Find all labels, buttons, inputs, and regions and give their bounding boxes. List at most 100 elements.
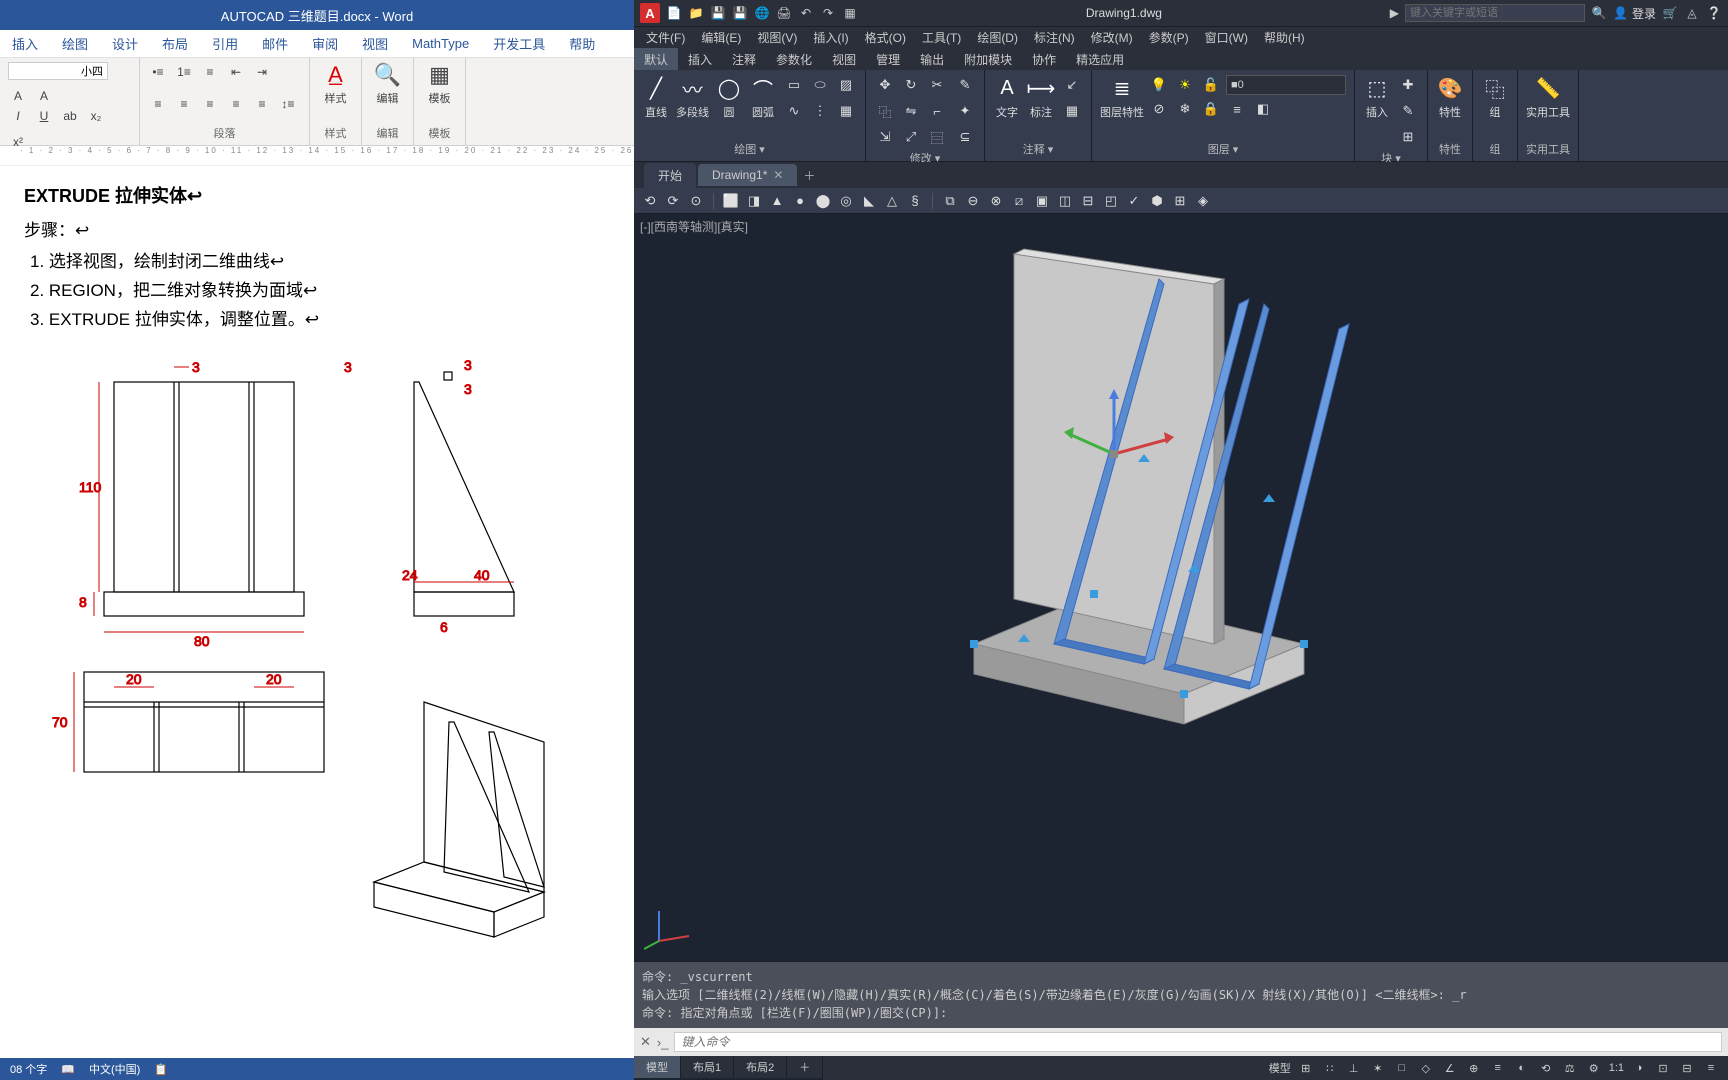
snap-icon[interactable]: ∷ bbox=[1321, 1059, 1339, 1077]
layer-match-icon[interactable]: ≡ bbox=[1226, 98, 1248, 120]
leader-icon[interactable]: ↙ bbox=[1061, 74, 1083, 96]
doc-tab[interactable]: Drawing1*✕ bbox=[698, 164, 797, 186]
open-icon[interactable]: 📁 bbox=[688, 5, 704, 21]
thicken-icon[interactable]: ▣ bbox=[1032, 191, 1052, 211]
menu-item[interactable]: 绘图(D) bbox=[971, 27, 1024, 48]
multilevel-list-icon[interactable]: ≡ bbox=[200, 62, 220, 82]
box-icon[interactable]: ⬜ bbox=[721, 191, 741, 211]
rotate-icon[interactable]: ↻ bbox=[900, 74, 922, 96]
word-count[interactable]: 08 个字 bbox=[10, 1061, 47, 1077]
region-icon[interactable]: ▦ bbox=[835, 100, 857, 122]
track-changes-icon[interactable]: 📋 bbox=[154, 1063, 168, 1076]
login-button[interactable]: 👤登录 bbox=[1613, 5, 1656, 22]
otrack-icon[interactable]: ∠ bbox=[1441, 1059, 1459, 1077]
search-input[interactable] bbox=[1405, 4, 1585, 22]
menu-item[interactable]: 标注(N) bbox=[1028, 27, 1081, 48]
group-button[interactable]: ⿻组 bbox=[1481, 74, 1509, 120]
layer-freeze-icon[interactable]: ❄ bbox=[1174, 98, 1196, 120]
layer-lock-icon[interactable]: 🔒 bbox=[1200, 98, 1222, 120]
create-block-icon[interactable]: ✚ bbox=[1397, 74, 1419, 96]
layout-tab[interactable]: 模型 bbox=[634, 1056, 681, 1078]
menu-item[interactable]: 修改(M) bbox=[1085, 27, 1139, 48]
ribbon-tab[interactable]: 视图 bbox=[822, 48, 866, 70]
grid-icon[interactable]: ⊞ bbox=[1297, 1059, 1315, 1077]
circle-button[interactable]: ◯圆 bbox=[715, 74, 743, 120]
copy-icon[interactable]: ⿻ bbox=[874, 100, 896, 122]
menu-item[interactable]: 插入(I) bbox=[807, 27, 854, 48]
dyninput-icon[interactable]: ⊕ bbox=[1465, 1059, 1483, 1077]
mesh-icon[interactable]: ⊞ bbox=[1170, 191, 1190, 211]
viewport-label[interactable]: [-][西南等轴测][真实] bbox=[640, 218, 748, 235]
word-tab[interactable]: 设计 bbox=[100, 30, 150, 57]
align-right-icon[interactable]: ≡ bbox=[200, 94, 220, 114]
template-button[interactable]: ▦模板 bbox=[422, 62, 457, 106]
increase-indent-icon[interactable]: ⇥ bbox=[252, 62, 272, 82]
web-icon[interactable]: 🌐 bbox=[754, 5, 770, 21]
close-icon[interactable]: ✕ bbox=[773, 168, 783, 182]
save-icon[interactable]: 💾 bbox=[710, 5, 726, 21]
cylinder-icon[interactable]: ⬤ bbox=[813, 191, 833, 211]
sphere-icon[interactable]: ● bbox=[790, 191, 810, 211]
increase-font-icon[interactable]: A bbox=[8, 86, 28, 106]
imprint-icon[interactable]: ◫ bbox=[1055, 191, 1075, 211]
annoscale-icon[interactable]: ⚖ bbox=[1561, 1059, 1579, 1077]
array-icon[interactable]: ⿳ bbox=[926, 126, 948, 148]
sun-icon[interactable]: ☀ bbox=[1174, 74, 1196, 96]
bulb-icon[interactable]: 💡 bbox=[1148, 74, 1170, 96]
autocad-logo[interactable]: A bbox=[640, 3, 660, 23]
ribbon-tab[interactable]: 默认 bbox=[634, 48, 678, 70]
shell-icon[interactable]: ◰ bbox=[1101, 191, 1121, 211]
menu-item[interactable]: 编辑(E) bbox=[695, 27, 747, 48]
word-tab[interactable]: 开发工具 bbox=[481, 30, 557, 57]
rect-icon[interactable]: ▭ bbox=[783, 74, 805, 96]
isolate-icon[interactable]: ◑ bbox=[1630, 1059, 1648, 1077]
transparency-icon[interactable]: ◐ bbox=[1513, 1059, 1531, 1077]
menu-item[interactable]: 文件(F) bbox=[640, 27, 691, 48]
check-icon[interactable]: ✓ bbox=[1124, 191, 1144, 211]
status-model[interactable]: 模型 bbox=[1269, 1060, 1291, 1076]
ribbon-tab[interactable]: 参数化 bbox=[766, 48, 822, 70]
extrude-icon[interactable]: ◨ bbox=[744, 191, 764, 211]
strike-icon[interactable]: ab bbox=[60, 106, 80, 126]
undo-icon[interactable]: ↶ bbox=[798, 5, 814, 21]
stretch-icon[interactable]: ⇲ bbox=[874, 126, 896, 148]
nav-icon[interactable]: ⟳ bbox=[663, 191, 683, 211]
torus-icon[interactable]: ◎ bbox=[836, 191, 856, 211]
justify-icon[interactable]: ≡ bbox=[226, 94, 246, 114]
dimension-button[interactable]: ⟼标注 bbox=[1027, 74, 1055, 120]
share-icon[interactable]: ▦ bbox=[842, 5, 858, 21]
layerprop-button[interactable]: ≣图层特性 bbox=[1100, 74, 1144, 120]
erase-icon[interactable]: ✎ bbox=[954, 74, 976, 96]
insert-button[interactable]: ⬚插入 bbox=[1363, 74, 1391, 120]
wedge-icon[interactable]: ◣ bbox=[859, 191, 879, 211]
distribute-icon[interactable]: ≡ bbox=[252, 94, 272, 114]
decrease-font-icon[interactable]: A bbox=[34, 86, 54, 106]
word-tab[interactable]: 审阅 bbox=[300, 30, 350, 57]
nav-icon[interactable]: ⊙ bbox=[686, 191, 706, 211]
union-icon[interactable]: ⧉ bbox=[940, 191, 960, 211]
word-tab[interactable]: 插入 bbox=[0, 30, 50, 57]
polyline-button[interactable]: 〰多段线 bbox=[676, 74, 709, 120]
offset-icon[interactable]: ⊆ bbox=[954, 126, 976, 148]
ribbon-tab[interactable]: 协作 bbox=[1022, 48, 1066, 70]
helix-icon[interactable]: § bbox=[905, 191, 925, 211]
align-left-icon[interactable]: ≡ bbox=[148, 94, 168, 114]
word-ruler[interactable]: · 1 · 2 · 3 · 4 · 5 · 6 · 7 · 8 · 9 · 10… bbox=[0, 146, 634, 166]
close-cmdline-icon[interactable]: ✕ bbox=[640, 1034, 651, 1050]
line-spacing-icon[interactable]: ↕≡ bbox=[278, 94, 298, 114]
decrease-indent-icon[interactable]: ⇤ bbox=[226, 62, 246, 82]
font-size-select[interactable]: 小四 bbox=[8, 62, 108, 80]
subtract-icon[interactable]: ⊖ bbox=[963, 191, 983, 211]
word-tab[interactable]: 引用 bbox=[200, 30, 250, 57]
status-scale[interactable]: 1:1 bbox=[1609, 1062, 1624, 1074]
pyramid-icon[interactable]: △ bbox=[882, 191, 902, 211]
ribbon-tab[interactable]: 附加模块 bbox=[954, 48, 1022, 70]
ellipse-icon[interactable]: ⬭ bbox=[809, 74, 831, 96]
explode-icon[interactable]: ✦ bbox=[954, 100, 976, 122]
osnap-icon[interactable]: □ bbox=[1393, 1059, 1411, 1077]
menu-item[interactable]: 格式(O) bbox=[859, 27, 912, 48]
ortho-icon[interactable]: ⊥ bbox=[1345, 1059, 1363, 1077]
trim-icon[interactable]: ✂ bbox=[926, 74, 948, 96]
menu-item[interactable]: 参数(P) bbox=[1143, 27, 1195, 48]
word-tab[interactable]: 帮助 bbox=[557, 30, 607, 57]
